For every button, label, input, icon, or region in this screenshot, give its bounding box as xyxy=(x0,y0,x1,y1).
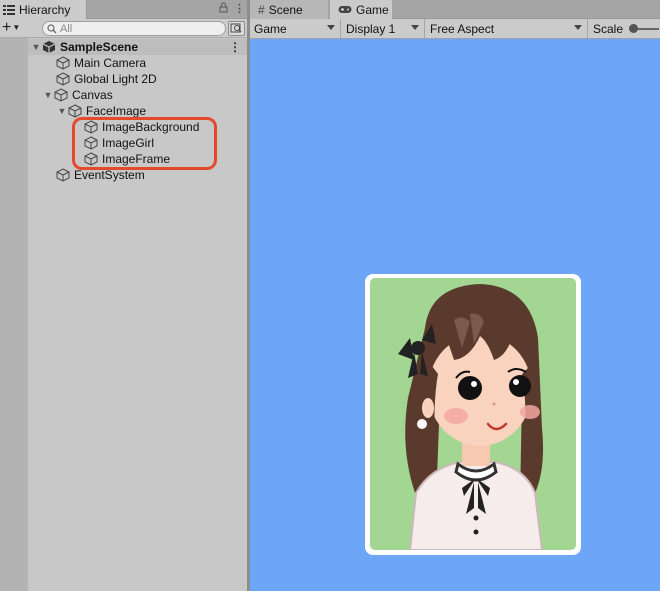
gameobject-cube-icon xyxy=(68,104,82,118)
tree-row-label: EventSystem xyxy=(74,168,145,182)
chevron-down-icon xyxy=(327,25,335,30)
display-value: Display 1 xyxy=(346,21,396,36)
gameobject-cube-icon xyxy=(56,56,70,70)
scale-slider[interactable] xyxy=(629,23,660,33)
hierarchy-list-icon xyxy=(3,5,15,15)
tree-row-label: Canvas xyxy=(72,88,113,102)
panel-menu-icon[interactable]: ⋮ xyxy=(234,2,245,16)
game-view-panel: # Scene Game Game Display 1 Free Aspect … xyxy=(250,0,660,591)
display-dropdown[interactable]: Display 1 xyxy=(342,19,425,38)
aspect-value: Free Aspect xyxy=(430,21,495,36)
scale-label: Scale xyxy=(593,21,624,36)
search-by-type-button[interactable] xyxy=(228,21,245,36)
unity-scene-icon xyxy=(42,41,56,53)
scale-slider-thumb[interactable] xyxy=(629,23,639,33)
chevron-down-icon: ▼ xyxy=(12,23,21,32)
lock-icon[interactable] xyxy=(219,2,228,16)
hierarchy-tab-bar: Hierarchy ⋮ xyxy=(0,0,249,19)
scene-grid-icon: # xyxy=(258,2,265,17)
gameobject-cube-icon xyxy=(56,72,70,86)
scene-menu-icon[interactable]: ⋮ xyxy=(229,40,241,54)
search-field[interactable] xyxy=(42,21,226,36)
search-filter-icon xyxy=(230,23,242,33)
scale-control: Scale xyxy=(589,19,660,38)
tree-row-label: Global Light 2D xyxy=(74,72,157,86)
gameobject-cube-icon xyxy=(56,168,70,182)
game-mode-dropdown[interactable]: Game xyxy=(250,19,341,38)
expand-arrow-icon[interactable]: ▼ xyxy=(56,106,68,116)
gameobject-cube-icon xyxy=(54,88,68,102)
search-input[interactable] xyxy=(60,22,210,35)
tree-row-global-light-2d[interactable]: Global Light 2D xyxy=(28,71,247,87)
search-icon xyxy=(47,23,57,33)
scene-name: SampleScene xyxy=(60,40,139,54)
game-tab-bar: # Scene Game xyxy=(250,0,660,19)
hierarchy-gutter xyxy=(0,38,28,591)
chevron-down-icon xyxy=(574,25,582,30)
image-background xyxy=(370,278,576,550)
hierarchy-panel: Hierarchy ⋮ +▼ ▼ SampleScene xyxy=(0,0,249,591)
tab-game[interactable]: Game xyxy=(330,0,392,19)
plus-icon: + xyxy=(2,19,12,36)
game-toolbar: Game Display 1 Free Aspect Scale xyxy=(250,19,660,39)
hierarchy-toolbar: + ▼ xyxy=(0,19,249,38)
expand-arrow-icon[interactable]: ▼ xyxy=(30,42,42,52)
chevron-down-icon xyxy=(411,25,419,30)
tab-hierarchy-label: Hierarchy xyxy=(19,2,71,17)
highlight-annotation xyxy=(72,117,217,170)
tree-row-main-camera[interactable]: Main Camera xyxy=(28,55,247,71)
tab-hierarchy[interactable]: Hierarchy xyxy=(0,0,87,19)
tab-game-label: Game xyxy=(356,2,389,17)
tree-row-label: FaceImage xyxy=(86,104,147,118)
aspect-dropdown[interactable]: Free Aspect xyxy=(426,19,588,38)
tab-scene-label: Scene xyxy=(268,2,303,17)
image-frame xyxy=(365,274,581,555)
tree-row-canvas[interactable]: ▼ Canvas xyxy=(28,87,247,103)
game-mode-value: Game xyxy=(254,21,287,36)
create-button[interactable]: + ▼ xyxy=(2,20,28,36)
expand-arrow-icon[interactable]: ▼ xyxy=(42,90,54,100)
tree-row-label: Main Camera xyxy=(74,56,147,70)
girl-portrait-illustration xyxy=(398,284,544,550)
tab-scene[interactable]: # Scene xyxy=(250,0,328,19)
tree-row-scene[interactable]: ▼ SampleScene ⋮ xyxy=(28,39,247,55)
gamepad-icon xyxy=(338,6,352,13)
